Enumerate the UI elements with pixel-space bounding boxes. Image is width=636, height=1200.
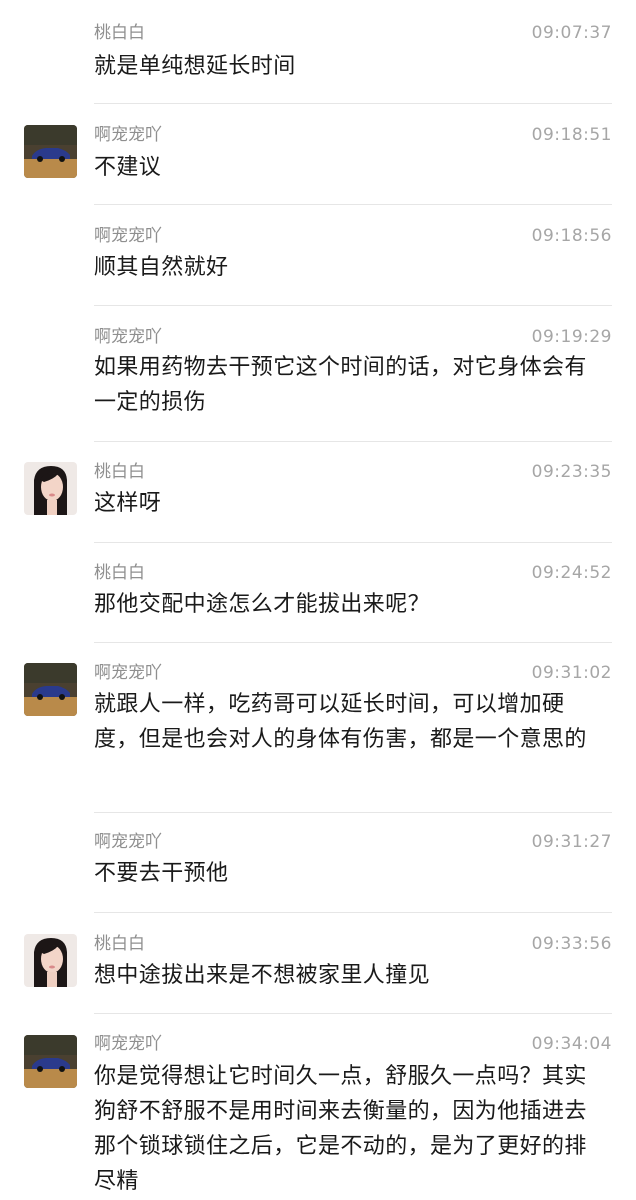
sender-name: 桃白白: [94, 563, 145, 583]
sender-name: 啊宠宠吖: [94, 1034, 162, 1054]
sender-name: 桃白白: [94, 23, 145, 43]
message-divider: [94, 204, 612, 205]
chat-message: 啊宠宠吖 09:18:56 顺其自然就好: [0, 204, 636, 305]
message-divider: [94, 642, 612, 643]
message-text: 不要去干预他: [94, 861, 229, 886]
message-divider: [94, 305, 612, 306]
sender-name: 桃白白: [94, 934, 145, 954]
chat-message: 桃白白 09:23:35 这样呀: [0, 441, 636, 542]
message-time: 09:33:56: [531, 934, 612, 954]
message-divider: [94, 812, 612, 813]
sender-name: 啊宠宠吖: [94, 226, 162, 246]
message-text: 这样呀: [94, 491, 162, 516]
message-text: 不建议: [94, 155, 162, 180]
chat-message: 啊宠宠吖 09:19:29 如果用药物去干预它这个时间的话，对它身体会有一定的损…: [0, 305, 636, 441]
message-time: 09:24:52: [531, 563, 612, 583]
chat-history: 桃白白 09:07:37 就是单纯想延长时间 啊宠宠吖 09:18:51 不建议…: [0, 0, 636, 1200]
chat-message: 桃白白 09:07:37 就是单纯想延长时间: [0, 0, 636, 103]
message-divider: [94, 912, 612, 913]
message-time: 09:07:37: [531, 23, 612, 43]
chat-message: 桃白白 09:24:52 那他交配中途怎么才能拔出来呢？: [0, 542, 636, 642]
message-text: 就是单纯想延长时间: [94, 54, 296, 79]
message-time: 09:23:35: [531, 462, 612, 482]
message-text: 想中途拔出来是不想被家里人撞见: [94, 963, 431, 988]
message-time: 09:19:29: [531, 327, 612, 347]
chat-message: 啊宠宠吖 09:18:51 不建议: [0, 103, 636, 204]
sender-name: 桃白白: [94, 462, 145, 482]
car-photo-avatar[interactable]: [24, 125, 77, 178]
message-text: 那他交配中途怎么才能拔出来呢？: [94, 592, 431, 617]
sender-name: 啊宠宠吖: [94, 327, 162, 347]
message-divider: [94, 542, 612, 543]
message-time: 09:31:02: [531, 663, 612, 683]
sender-name: 啊宠宠吖: [94, 832, 162, 852]
message-time: 09:18:56: [531, 226, 612, 246]
message-divider: [94, 441, 612, 442]
message-text: 如果用药物去干预它这个时间的话，对它身体会有一定的损伤: [94, 355, 587, 415]
message-divider: [94, 103, 612, 104]
message-text: 顺其自然就好: [94, 255, 229, 280]
sender-name: 啊宠宠吖: [94, 125, 162, 145]
message-time: 09:18:51: [531, 125, 612, 145]
message-text: 就跟人一样，吃药哥可以延长时间，可以增加硬度，但是也会对人的身体有伤害，都是一个…: [94, 692, 587, 752]
message-text: 你是觉得想让它时间久一点，舒服久一点吗？其实狗舒不舒服不是用时间来去衡量的，因为…: [94, 1064, 587, 1194]
car-photo-avatar[interactable]: [24, 663, 77, 716]
chat-message: 啊宠宠吖 09:31:02 就跟人一样，吃药哥可以延长时间，可以增加硬度，但是也…: [0, 642, 636, 812]
sender-name: 啊宠宠吖: [94, 663, 162, 683]
car-photo-avatar[interactable]: [24, 1035, 77, 1088]
chat-message: 啊宠宠吖 09:31:27 不要去干预他: [0, 812, 636, 912]
message-divider: [94, 1013, 612, 1014]
woman-photo-avatar[interactable]: [24, 934, 77, 987]
chat-message: 啊宠宠吖 09:34:04 你是觉得想让它时间久一点，舒服久一点吗？其实狗舒不舒…: [0, 1013, 636, 1200]
message-time: 09:34:04: [531, 1034, 612, 1054]
woman-photo-avatar[interactable]: [24, 462, 77, 515]
message-time: 09:31:27: [531, 832, 612, 852]
chat-message: 桃白白 09:33:56 想中途拔出来是不想被家里人撞见: [0, 912, 636, 1013]
